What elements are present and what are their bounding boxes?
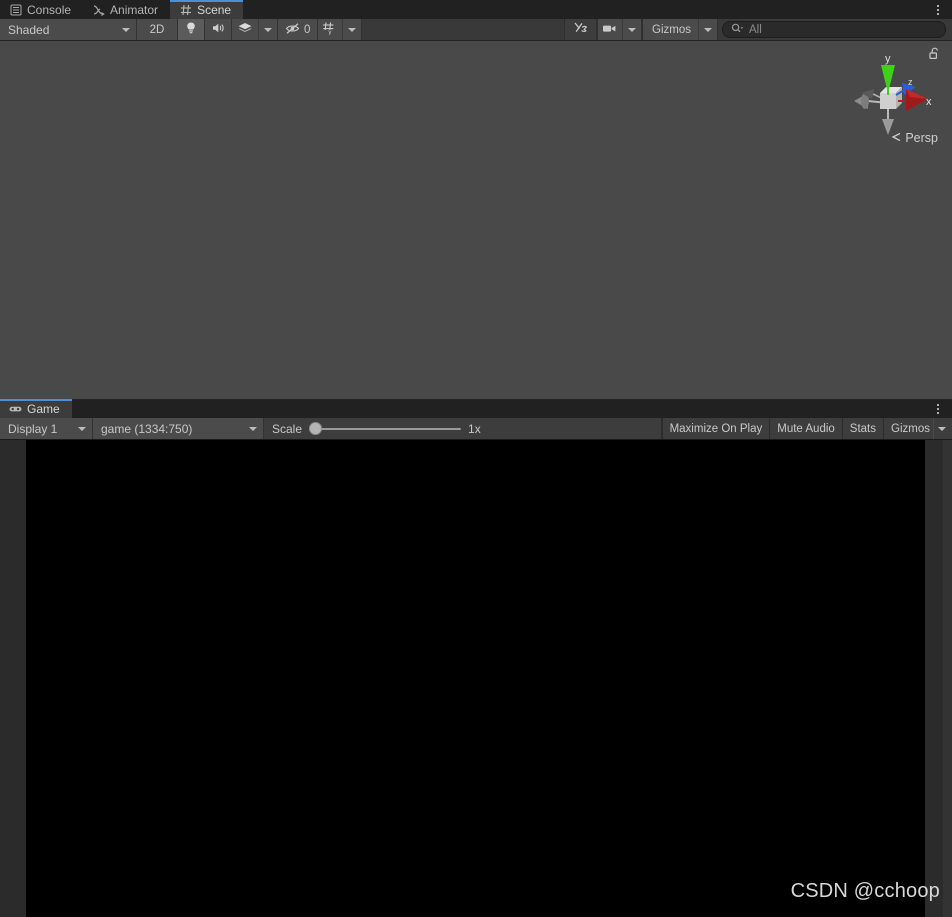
tab-animator[interactable]: Animator <box>83 0 170 19</box>
chevron-down-icon <box>249 426 257 431</box>
gizmos-dropdown-button[interactable] <box>698 19 717 40</box>
game-gizmos-button[interactable]: Gizmos <box>883 418 933 439</box>
scene-search-field[interactable]: All <box>722 21 946 38</box>
mute-audio-button[interactable]: Mute Audio <box>769 418 842 439</box>
watermark-text: CSDN @cchoop <box>790 880 940 902</box>
aspect-ratio-dropdown[interactable]: game (1334:750) <box>93 418 264 439</box>
stats-button[interactable]: Stats <box>841 418 884 439</box>
chevron-down-icon <box>704 27 712 32</box>
scene-tab-bar: Console Animator Scene <box>0 0 952 19</box>
gizmo-y-label: y <box>885 53 891 65</box>
projection-mode-label[interactable]: Persp <box>891 131 938 145</box>
game-viewport[interactable]: CSDN @cchoop <box>0 440 952 917</box>
game-panel-menu-button[interactable] <box>924 399 952 418</box>
game-panel: Game Display 1 game (1334:750) Scale 1x … <box>0 399 952 917</box>
animator-icon <box>92 3 105 16</box>
eye-off-icon <box>285 22 301 38</box>
chevron-down-icon <box>264 27 272 32</box>
mute-audio-label: Mute Audio <box>777 422 835 435</box>
scale-label: Scale <box>272 421 303 436</box>
scale-slider[interactable] <box>309 422 462 435</box>
tab-game[interactable]: Game <box>0 399 72 418</box>
chevron-down-icon <box>628 27 637 32</box>
chevron-down-icon <box>348 27 357 32</box>
toggle-2d-button[interactable]: 2D <box>137 19 178 40</box>
scene-camera-group[interactable] <box>597 19 643 40</box>
chevron-left-icon <box>891 131 902 145</box>
tab-label: Console <box>27 2 72 17</box>
game-view-right-gutter <box>943 440 952 917</box>
lightbulb-icon <box>184 21 198 38</box>
grid-icon <box>179 3 192 16</box>
scene-camera-button[interactable] <box>598 19 622 40</box>
scale-control[interactable]: Scale 1x <box>264 418 662 439</box>
camera-icon <box>602 23 618 37</box>
scene-tools-button[interactable] <box>564 19 598 40</box>
stats-label: Stats <box>849 422 877 435</box>
tab-bar-filler <box>243 0 952 19</box>
tab-label: Scene <box>197 2 232 17</box>
scene-panel: Console Animator Scene Shaded 2D 0 y Giz… <box>0 0 952 399</box>
gizmo-z-label: z <box>908 77 913 87</box>
mode-2d-label: 2D <box>149 23 165 36</box>
console-icon <box>9 3 22 16</box>
hidden-objects-toggle[interactable]: 0 <box>278 19 319 40</box>
gizmos-toggle-button[interactable]: Gizmos <box>643 19 698 40</box>
gizmo-x-label: x <box>926 96 932 108</box>
fx-layers-icon <box>237 21 253 38</box>
maximize-on-play-button[interactable]: Maximize On Play <box>661 418 770 439</box>
chevron-down-icon <box>122 27 130 32</box>
game-render-surface[interactable] <box>26 440 925 917</box>
search-placeholder: All <box>749 23 762 36</box>
grid-snap-icon: y <box>322 21 338 38</box>
grid-snap-group[interactable]: y <box>318 19 363 40</box>
tab-label: Game <box>27 401 60 416</box>
slider-track <box>309 427 462 430</box>
projection-value: Persp <box>905 131 938 145</box>
effects-toggle-group[interactable] <box>232 19 278 40</box>
tab-label: Animator <box>110 2 159 17</box>
gizmos-group[interactable]: Gizmos <box>642 19 718 40</box>
game-tab-bar: Game <box>0 399 952 418</box>
tab-bar-filler <box>72 399 952 418</box>
maximize-on-play-label: Maximize On Play <box>669 422 763 435</box>
toolbar-spacer <box>362 19 565 40</box>
shading-mode-dropdown[interactable]: Shaded <box>0 19 137 40</box>
effects-dropdown-button[interactable] <box>258 19 277 40</box>
slider-knob[interactable] <box>309 422 323 435</box>
tab-console[interactable]: Console <box>0 0 83 19</box>
toggle-audio-button[interactable] <box>205 19 232 40</box>
unity-editor-window: Console Animator Scene Shaded 2D 0 y Giz… <box>0 0 952 917</box>
tools-icon <box>573 21 588 38</box>
scene-panel-menu-button[interactable] <box>924 0 952 19</box>
grid-dropdown-button[interactable] <box>342 19 361 40</box>
game-gizmos-label: Gizmos <box>891 422 930 435</box>
game-toolbar: Display 1 game (1334:750) Scale 1x Maxim… <box>0 418 952 440</box>
chevron-down-icon <box>78 426 86 431</box>
scene-toolbar: Shaded 2D 0 y Gizmos All <box>0 19 952 41</box>
speaker-icon <box>211 21 226 38</box>
gamepad-icon <box>9 402 22 415</box>
aspect-ratio-value: game (1334:750) <box>101 421 193 436</box>
scale-value: 1x <box>468 421 481 436</box>
gizmos-label: Gizmos <box>652 23 691 36</box>
scene-viewport[interactable]: y z x Persp <box>0 41 952 399</box>
hidden-objects-count: 0 <box>304 23 311 36</box>
display-dropdown[interactable]: Display 1 <box>0 418 93 439</box>
shading-mode-value: Shaded <box>8 22 50 37</box>
chevron-down-icon <box>938 426 946 431</box>
tab-scene[interactable]: Scene <box>170 0 244 19</box>
scene-camera-dropdown-button[interactable] <box>622 19 641 40</box>
svg-text:y: y <box>329 30 332 35</box>
toggle-effects-button[interactable] <box>232 19 258 40</box>
game-gizmos-dropdown-button[interactable] <box>933 418 952 439</box>
grid-visibility-button[interactable]: y <box>318 19 342 40</box>
search-icon <box>731 23 744 37</box>
display-value: Display 1 <box>8 421 58 436</box>
toggle-lighting-button[interactable] <box>178 19 205 40</box>
